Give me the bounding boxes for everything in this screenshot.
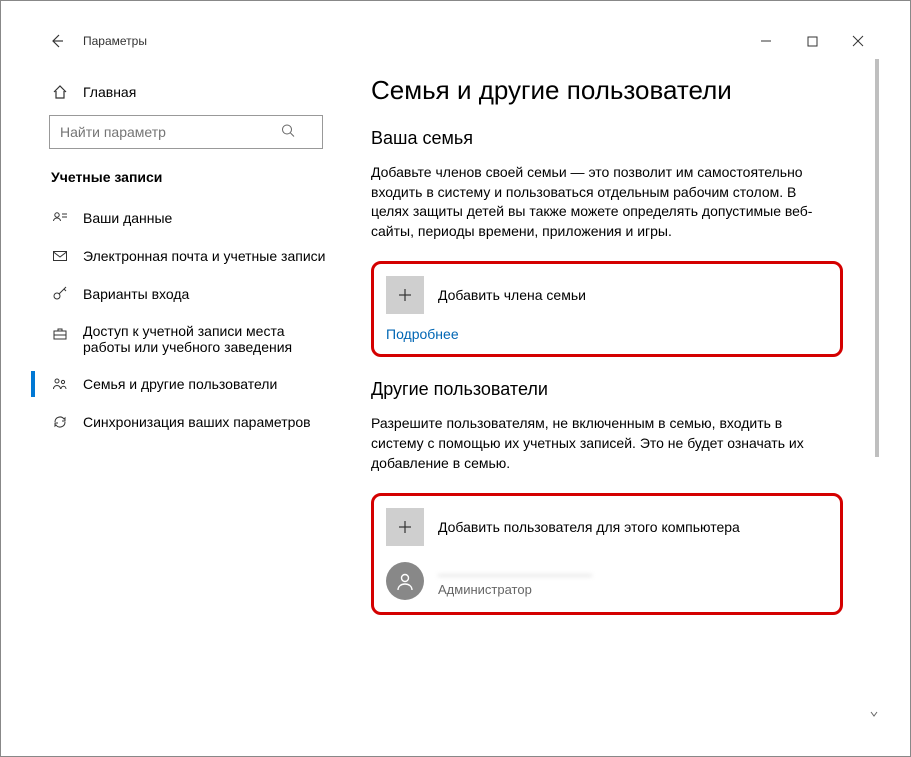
minimize-icon: [760, 35, 772, 47]
sidebar-item-label: Семья и другие пользователи: [83, 376, 277, 392]
close-icon: [852, 35, 864, 47]
family-description: Добавьте членов своей семьи — это позвол…: [371, 163, 831, 241]
user-info: ——————————— Администратор: [438, 566, 592, 597]
sidebar-home[interactable]: Главная: [31, 73, 341, 111]
sidebar-item-label: Варианты входа: [83, 286, 189, 302]
highlight-family: Добавить члена семьи Подробнее: [371, 261, 843, 357]
sidebar-item-email[interactable]: Электронная почта и учетные записи: [31, 237, 341, 275]
people-icon: [51, 375, 69, 393]
user-role: Администратор: [438, 582, 592, 597]
user-entry[interactable]: ——————————— Администратор: [386, 562, 828, 600]
briefcase-icon: [51, 325, 69, 343]
sidebar-item-label: Доступ к учетной записи места работы или…: [83, 323, 327, 355]
titlebar: Параметры: [31, 23, 881, 59]
window-title: Параметры: [83, 34, 147, 48]
sidebar-item-label: Ваши данные: [83, 210, 172, 226]
add-other-label: Добавить пользователя для этого компьюте…: [438, 519, 740, 535]
sidebar-item-sync[interactable]: Синхронизация ваших параметров: [31, 403, 341, 441]
scrollbar[interactable]: [867, 59, 881, 723]
back-button[interactable]: [41, 25, 73, 57]
page-title: Семья и другие пользователи: [371, 75, 851, 106]
scrollbar-down-icon[interactable]: [867, 707, 881, 721]
screenshot-frame: Параметры Главная: [0, 0, 911, 757]
sidebar-item-your-info[interactable]: Ваши данные: [31, 199, 341, 237]
others-description: Разрешите пользователям, не включенным в…: [371, 414, 831, 473]
window-controls: [743, 25, 881, 57]
search-input[interactable]: [49, 115, 323, 149]
key-icon: [51, 285, 69, 303]
add-other-user[interactable]: Добавить пользователя для этого компьюте…: [386, 506, 828, 548]
family-heading: Ваша семья: [371, 128, 851, 149]
window-body: Главная Учетные записи Ваши данн: [31, 59, 881, 723]
home-icon: [51, 83, 69, 101]
add-family-label: Добавить члена семьи: [438, 287, 586, 303]
arrow-left-icon: [49, 33, 65, 49]
plus-icon: [386, 276, 424, 314]
avatar-icon: [386, 562, 424, 600]
sidebar: Главная Учетные записи Ваши данн: [31, 59, 341, 723]
learn-more-link[interactable]: Подробнее: [386, 326, 459, 342]
sync-icon: [51, 413, 69, 431]
sidebar-section-label: Учетные записи: [31, 163, 341, 199]
person-card-icon: [51, 209, 69, 227]
sidebar-item-label: Электронная почта и учетные записи: [83, 248, 325, 264]
minimize-button[interactable]: [743, 25, 789, 57]
main-content: Семья и другие пользователи Ваша семья Д…: [341, 59, 881, 723]
search-container: [31, 111, 341, 163]
settings-window: Параметры Главная: [31, 23, 881, 723]
close-button[interactable]: [835, 25, 881, 57]
sidebar-item-signin-options[interactable]: Варианты входа: [31, 275, 341, 313]
user-name: ———————————: [438, 566, 592, 582]
scrollbar-thumb[interactable]: [875, 59, 879, 457]
highlight-others: Добавить пользователя для этого компьюте…: [371, 493, 843, 615]
plus-icon: [386, 508, 424, 546]
sidebar-item-work-access[interactable]: Доступ к учетной записи места работы или…: [31, 313, 341, 365]
sidebar-item-label: Синхронизация ваших параметров: [83, 414, 311, 430]
others-heading: Другие пользователи: [371, 379, 851, 400]
mail-icon: [51, 247, 69, 265]
sidebar-home-label: Главная: [83, 84, 136, 100]
add-family-member[interactable]: Добавить члена семьи: [386, 274, 828, 316]
sidebar-item-family[interactable]: Семья и другие пользователи: [31, 365, 341, 403]
maximize-icon: [807, 36, 818, 47]
maximize-button[interactable]: [789, 25, 835, 57]
